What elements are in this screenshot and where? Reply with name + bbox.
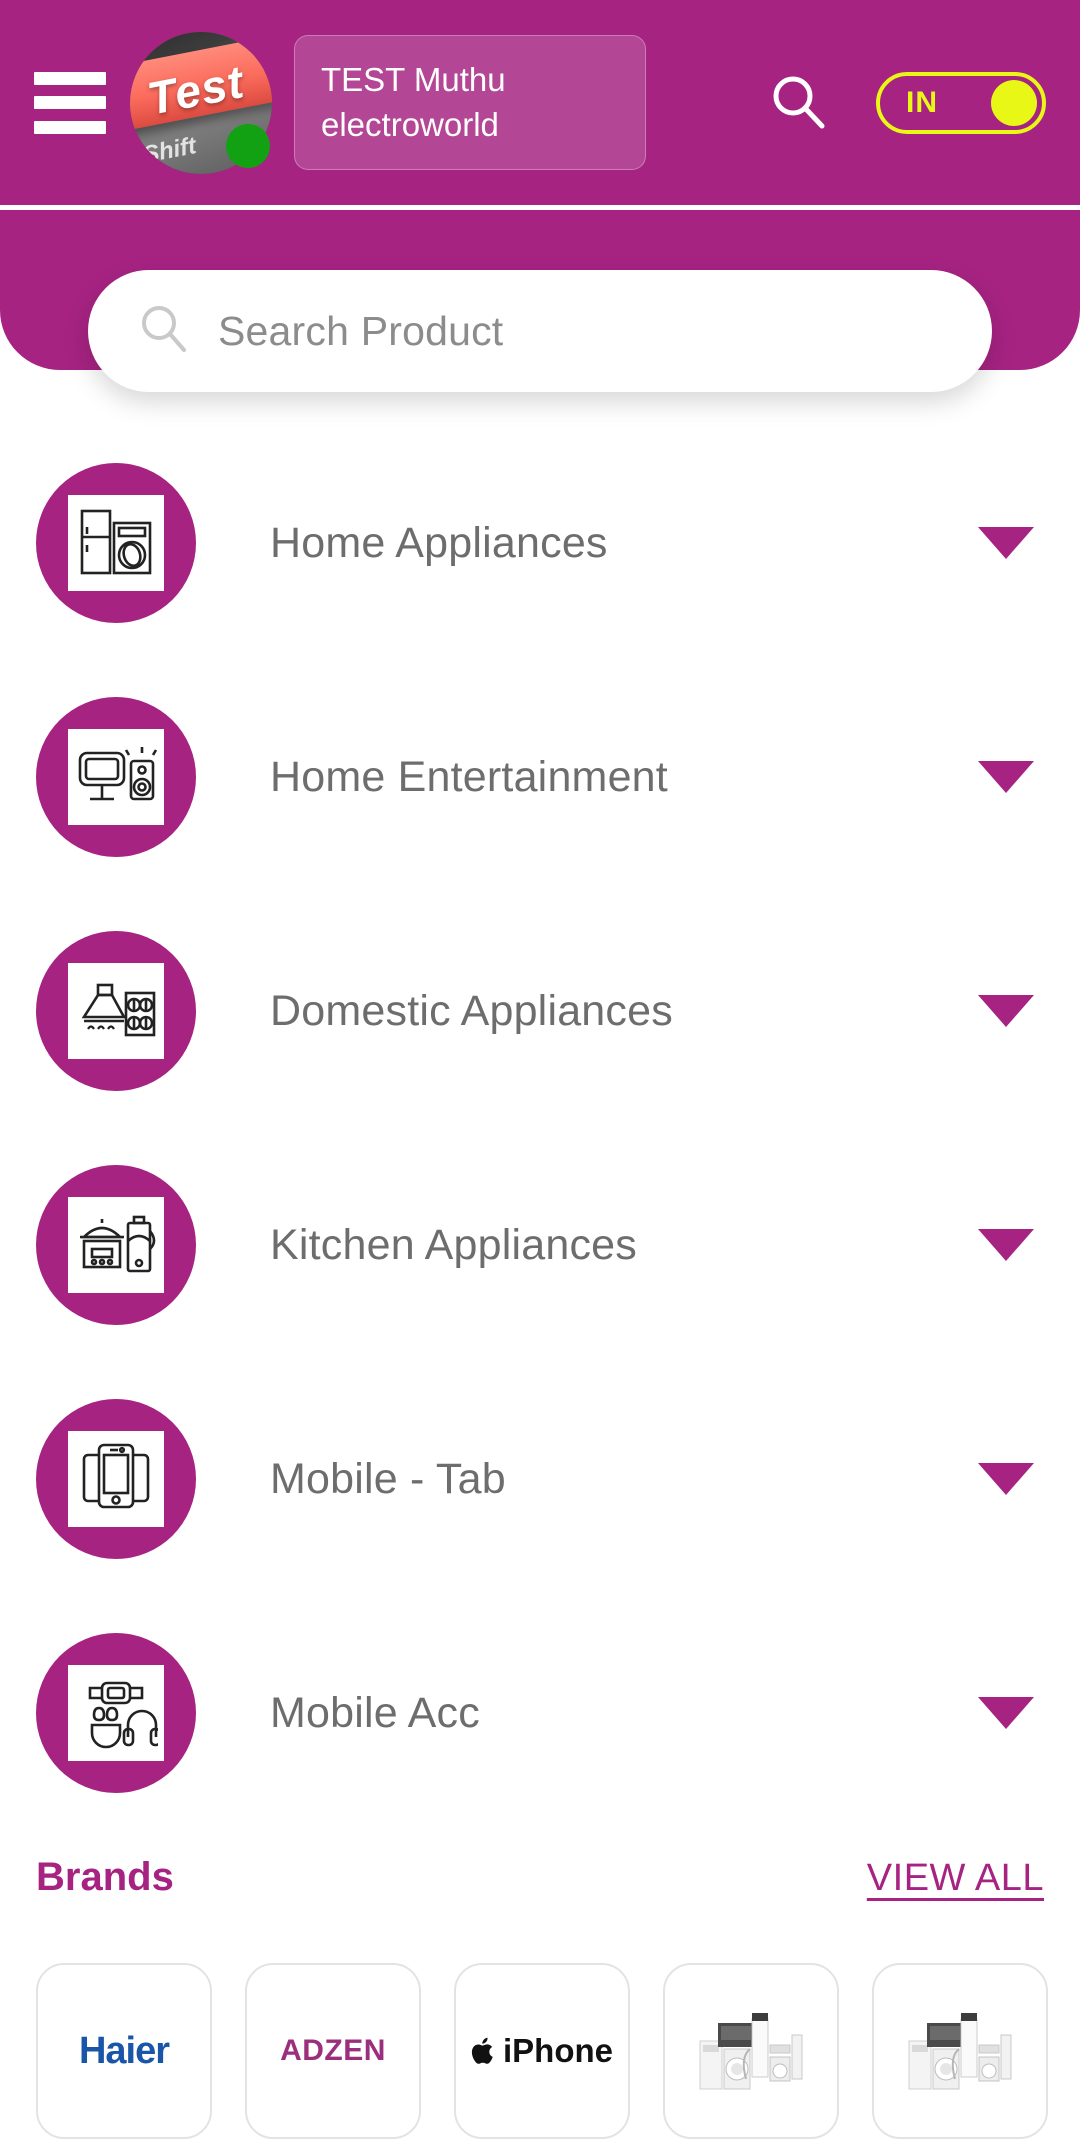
- brands-view-all-link[interactable]: VIEW ALL: [867, 1857, 1044, 1900]
- language-toggle-knob: [991, 79, 1037, 126]
- avatar[interactable]: Test Shift: [130, 31, 272, 174]
- watch-earbuds-headphones-icon: [36, 1633, 196, 1793]
- watch-earbuds-headphones-icon-glyph: [88, 1681, 158, 1749]
- apple-logo-icon: [471, 2037, 493, 2064]
- brand-logo-text: Haier: [78, 2029, 170, 2072]
- user-store-name: electroworld: [321, 105, 499, 143]
- chevron-down-icon[interactable]: [978, 1463, 1034, 1495]
- hamburger-menu-icon[interactable]: [34, 71, 106, 134]
- language-toggle-label: IN: [906, 85, 938, 119]
- tv-speaker-icon-glyph: [78, 747, 158, 801]
- appliance-collage-icon: [699, 2013, 803, 2090]
- phone-tablet-icon: [36, 1399, 196, 1559]
- fridge-washer-icon: [36, 463, 196, 623]
- cooker-blender-icon: [36, 1165, 196, 1325]
- brand-card-strip: Haier ADZEN iPhone: [36, 1963, 1080, 2139]
- category-row-home-appliances[interactable]: Home Appliances: [0, 426, 1080, 660]
- category-label: Mobile Acc: [270, 1688, 480, 1737]
- brands-title: Brands: [36, 1855, 174, 1899]
- category-label: Home Appliances: [270, 518, 608, 567]
- language-toggle[interactable]: IN: [876, 71, 1046, 134]
- category-row-home-entertainment[interactable]: Home Entertainment: [0, 660, 1080, 894]
- user-info-chip[interactable]: TEST Muthu electroworld: [294, 34, 646, 171]
- category-label: Home Entertainment: [270, 752, 668, 801]
- category-row-domestic-appliances[interactable]: Domestic Appliances: [0, 894, 1080, 1128]
- fridge-washer-icon-glyph: [80, 509, 152, 575]
- category-list: Home Appliances Home Entertainment Domes…: [0, 426, 1080, 1830]
- search-icon-glyph: [773, 76, 825, 128]
- search-input[interactable]: Search Product: [218, 308, 503, 355]
- hamburger-line: [34, 71, 106, 85]
- chevron-down-icon[interactable]: [978, 1697, 1034, 1729]
- brand-card-appliance-collage-2[interactable]: [872, 1963, 1048, 2139]
- top-header-bar: Test Shift TEST Muthu electroworld IN: [0, 0, 1080, 205]
- category-row-mobile-acc[interactable]: Mobile Acc: [0, 1596, 1080, 1830]
- header-actions: IN: [766, 70, 1046, 136]
- search-bar[interactable]: Search Product: [88, 270, 992, 392]
- brand-logo-text: ADZEN: [280, 2034, 386, 2067]
- user-name: TEST Muthu: [321, 60, 506, 98]
- online-status-badge: [226, 123, 270, 168]
- brand-logo-wordmark: iPhone: [471, 2032, 613, 2070]
- hamburger-line: [34, 120, 106, 134]
- hamburger-line: [34, 96, 106, 109]
- chevron-down-icon[interactable]: [978, 995, 1034, 1027]
- phone-tablet-icon-glyph: [82, 1443, 150, 1509]
- cooker-blender-icon-glyph: [80, 1215, 156, 1273]
- search-input-icon: [136, 301, 192, 362]
- chevron-down-icon[interactable]: [978, 1229, 1034, 1261]
- search-icon-glyph: [142, 305, 186, 352]
- brand-card-adzen[interactable]: ADZEN: [245, 1963, 421, 2139]
- brand-card-iphone[interactable]: iPhone: [454, 1963, 630, 2139]
- category-label: Kitchen Appliances: [270, 1220, 637, 1269]
- brands-section-header: Brands VIEW ALL: [0, 1855, 1080, 1900]
- tv-speaker-icon: [36, 697, 196, 857]
- category-label: Mobile - Tab: [270, 1454, 506, 1503]
- brand-logo-text: iPhone: [502, 2032, 613, 2069]
- brand-card-appliance-collage-1[interactable]: [663, 1963, 839, 2139]
- chevron-down-icon[interactable]: [978, 761, 1034, 793]
- category-row-kitchen-appliances[interactable]: Kitchen Appliances: [0, 1128, 1080, 1362]
- app-screen: Test Shift TEST Muthu electroworld IN Se…: [0, 0, 1080, 2153]
- chevron-down-icon[interactable]: [978, 527, 1034, 559]
- brand-card-haier[interactable]: Haier: [36, 1963, 212, 2139]
- chimney-stove-icon-glyph: [81, 983, 156, 1037]
- search-icon[interactable]: [766, 70, 832, 136]
- chimney-stove-icon: [36, 931, 196, 1091]
- category-row-mobile-tab[interactable]: Mobile - Tab: [0, 1362, 1080, 1596]
- category-label: Domestic Appliances: [270, 986, 673, 1035]
- appliance-collage-icon: [908, 2013, 1012, 2090]
